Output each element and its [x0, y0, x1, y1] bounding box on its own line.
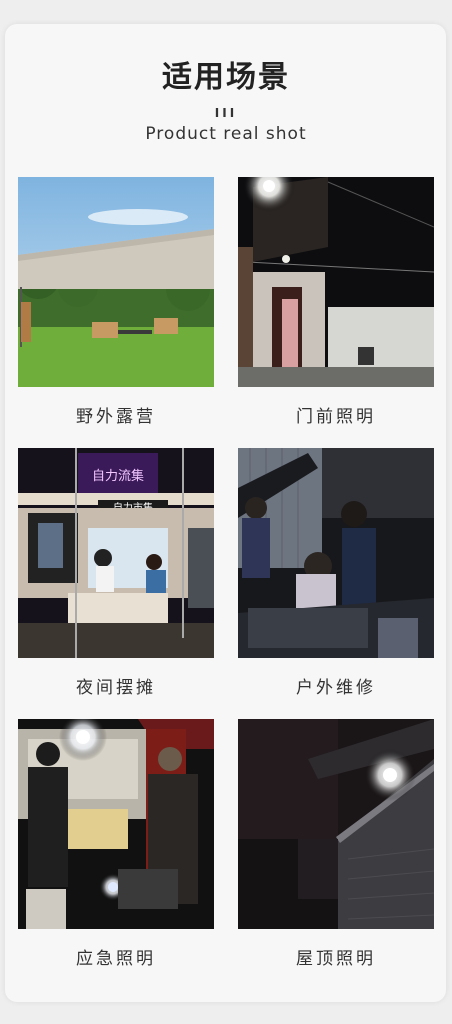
title-divider: III — [214, 106, 238, 120]
page-subtitle: Product real shot — [145, 124, 307, 144]
emergency-light-photo — [18, 719, 214, 929]
outdoor-repair-photo — [238, 448, 434, 658]
stall-sign-text: 自力流集 — [92, 468, 144, 484]
scene-label-doorway: 门前照明 — [296, 407, 376, 427]
scene-label-roof: 屋顶照明 — [296, 949, 376, 969]
doorway-light-photo — [238, 177, 434, 387]
page-title: 适用场景 — [162, 60, 290, 95]
night-market-photo: 自力流集 自力市集 — [18, 448, 214, 658]
scene-label-camping: 野外露营 — [76, 407, 156, 427]
roof-light-photo — [238, 719, 434, 929]
scene-label-night-market: 夜间摆摊 — [76, 678, 156, 698]
scene-label-emergency: 应急照明 — [76, 949, 156, 969]
scene-label-repair: 户外维修 — [296, 678, 376, 698]
camping-photo — [18, 177, 214, 387]
